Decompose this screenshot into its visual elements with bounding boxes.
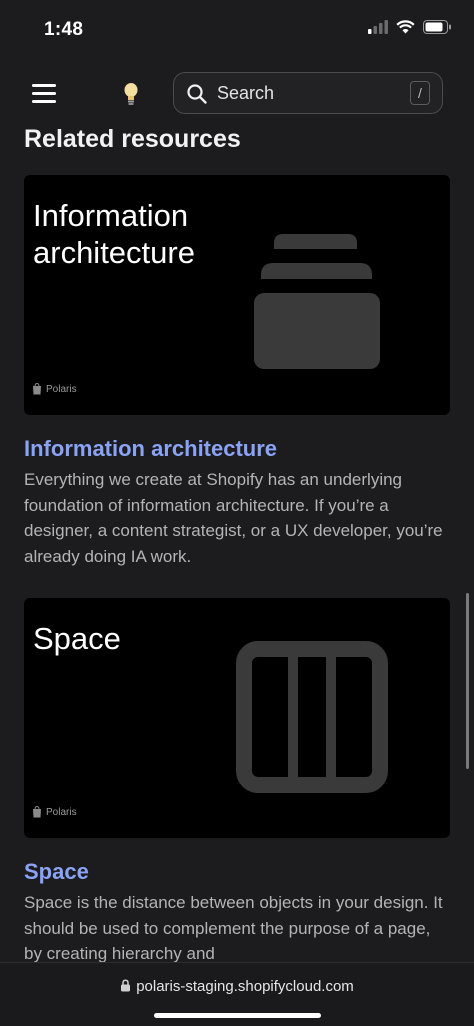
search-placeholder: Search bbox=[217, 83, 275, 103]
shopify-bag-icon bbox=[33, 806, 41, 818]
url-display[interactable]: polaris-staging.shopifycloud.com bbox=[0, 978, 474, 995]
thumbnail-title: Space bbox=[33, 621, 121, 656]
lock-icon bbox=[121, 979, 131, 992]
polaris-brand: Polaris bbox=[32, 806, 77, 818]
hamburger-icon-bar bbox=[32, 92, 56, 95]
columns-layout-icon bbox=[236, 641, 388, 793]
wifi-icon bbox=[396, 20, 415, 34]
polaris-brand: Polaris bbox=[32, 383, 77, 395]
card-description: Everything we create at Shopify has an u… bbox=[24, 470, 443, 566]
card-title-link[interactable]: Space bbox=[24, 858, 450, 886]
hamburger-icon-bar bbox=[32, 100, 56, 103]
card-title-link[interactable]: Information architecture bbox=[24, 435, 450, 463]
url-text: polaris-staging.shopifycloud.com bbox=[136, 978, 354, 995]
scroll-indicator[interactable] bbox=[466, 593, 469, 769]
stacked-layers-icon bbox=[254, 234, 380, 369]
browser-address-bar[interactable]: polaris-staging.shopifycloud.com bbox=[0, 962, 474, 1026]
hamburger-icon-bar bbox=[32, 84, 56, 87]
polaris-label: Polaris bbox=[46, 383, 77, 395]
search-icon bbox=[187, 84, 207, 104]
search-input[interactable]: Search / bbox=[173, 72, 443, 114]
battery-icon bbox=[423, 20, 451, 34]
status-time: 1:48 bbox=[44, 19, 84, 40]
polaris-label: Polaris bbox=[46, 806, 77, 818]
status-bar: 1:48 bbox=[0, 0, 474, 60]
resource-card-space[interactable]: Space Polaris Space Space is the distanc… bbox=[24, 598, 450, 967]
card-description: Space is the distance between objects in… bbox=[24, 893, 443, 963]
main-content: Related resources Information architectu… bbox=[24, 122, 450, 967]
cellular-signal-icon bbox=[368, 20, 388, 34]
home-indicator[interactable] bbox=[154, 1013, 321, 1018]
resource-card-information-architecture[interactable]: Information architecture Polaris Informa… bbox=[24, 175, 450, 569]
thumbnail-title: Information architecture bbox=[33, 198, 195, 270]
search-shortcut-key: / bbox=[410, 81, 430, 105]
menu-button[interactable] bbox=[30, 82, 58, 106]
card-thumbnail: Information architecture Polaris bbox=[24, 175, 450, 415]
theme-toggle-button[interactable] bbox=[118, 80, 144, 108]
card-thumbnail: Space Polaris bbox=[24, 598, 450, 838]
section-title: Related resources bbox=[24, 125, 241, 153]
shopify-bag-icon bbox=[33, 383, 41, 395]
lightbulb-icon bbox=[124, 83, 138, 105]
top-nav: Search / bbox=[0, 66, 474, 122]
status-icons bbox=[368, 20, 452, 34]
